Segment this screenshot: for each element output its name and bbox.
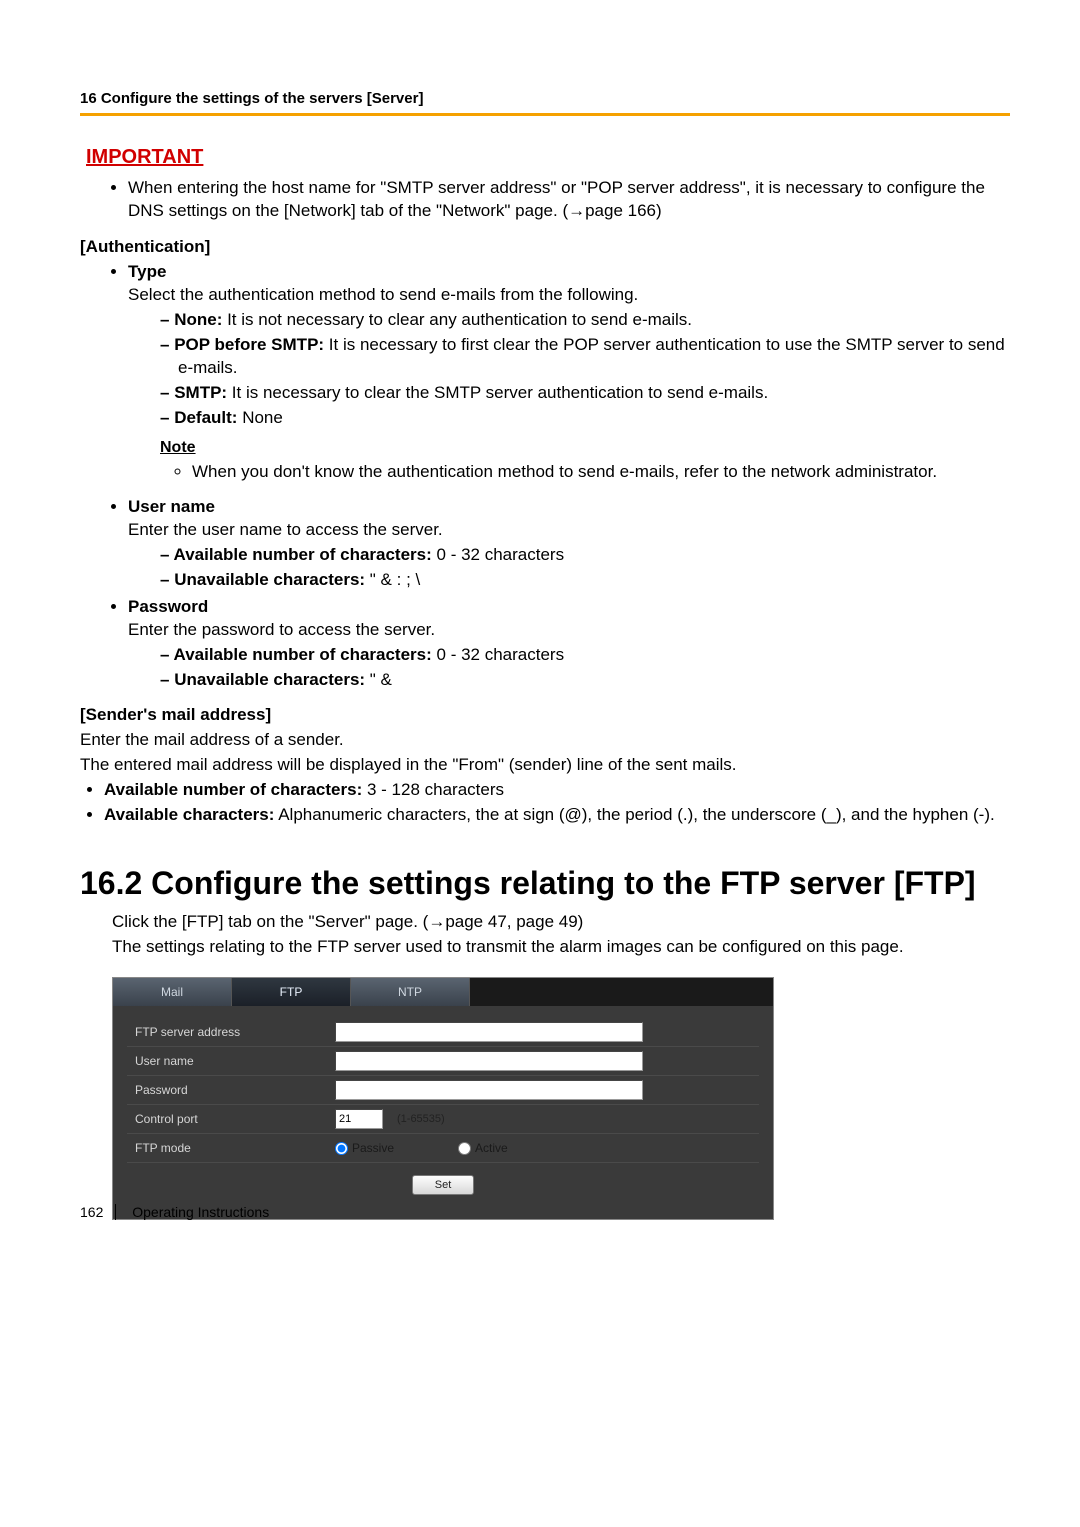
chars-text: Alphanumeric characters, the at sign (@)… (274, 805, 994, 824)
list-item: Unavailable characters: " & : ; \ (160, 569, 1010, 592)
radio-passive-label: Passive (352, 1141, 394, 1155)
input-user-name[interactable] (335, 1051, 643, 1071)
list-item: Type Select the authentication method to… (128, 261, 1010, 484)
tab-mail[interactable]: Mail (113, 978, 232, 1006)
list-item: None: It is not necessary to clear any a… (160, 309, 1010, 332)
list-item: POP before SMTP: It is necessary to firs… (160, 334, 1010, 380)
user-details: Available number of characters: 0 - 32 c… (128, 544, 1010, 592)
input-control-port[interactable] (335, 1109, 383, 1129)
section-title: 16.2 Configure the settings relating to … (80, 863, 1010, 903)
tab-filler (470, 978, 773, 1006)
set-row: Set (127, 1163, 759, 1201)
section-intro1: Click the [FTP] tab on the "Server" page… (80, 911, 1010, 934)
page-number: 162 (80, 1204, 116, 1220)
radio-passive[interactable] (335, 1142, 348, 1155)
note-item: When you don't know the authentication m… (192, 461, 1010, 484)
user-desc: Enter the user name to access the server… (128, 520, 443, 539)
section-intro2: The settings relating to the FTP server … (80, 936, 1010, 959)
row-user-name: User name (127, 1047, 759, 1076)
default-text: None (237, 408, 282, 427)
sender-list: Available number of characters: 3 - 128 … (80, 779, 1010, 827)
sender-line2: The entered mail address will be display… (80, 754, 1010, 777)
unavail-label: Unavailable characters: (174, 670, 365, 689)
label-server-address: FTP server address (127, 1021, 335, 1043)
type-options: None: It is not necessary to clear any a… (128, 309, 1010, 430)
radio-active-label: Active (475, 1141, 508, 1155)
pwd-desc: Enter the password to access the server. (128, 620, 435, 639)
list-item: Password Enter the password to access th… (128, 596, 1010, 692)
list-item: Default: None (160, 407, 1010, 430)
tab-ftp[interactable]: FTP (232, 978, 351, 1006)
type-desc: Select the authentication method to send… (128, 285, 638, 304)
pop-label: POP before SMTP: (174, 335, 324, 354)
row-password: Password (127, 1076, 759, 1105)
ftp-settings-screenshot: Mail FTP NTP FTP server address User nam… (112, 977, 774, 1220)
chars-label: Available characters: (104, 805, 274, 824)
avail-label: Available number of characters: (104, 780, 362, 799)
important-list: When entering the host name for "SMTP se… (80, 177, 1010, 223)
important-item: When entering the host name for "SMTP se… (128, 177, 1010, 223)
doc-title: Operating Instructions (132, 1204, 269, 1220)
avail-text: 3 - 128 characters (362, 780, 504, 799)
avail-text: 0 - 32 characters (432, 545, 564, 564)
list-item: Available number of characters: 0 - 32 c… (160, 644, 1010, 667)
smtp-label: SMTP: (174, 383, 227, 402)
footer: 162 Operating Instructions (80, 1204, 269, 1220)
radio-passive-wrap[interactable]: Passive (335, 1141, 394, 1155)
list-item: SMTP: It is necessary to clear the SMTP … (160, 382, 1010, 405)
default-label: Default: (174, 408, 237, 427)
tab-bar: Mail FTP NTP (113, 978, 773, 1006)
label-user-name: User name (127, 1050, 335, 1072)
avail-text: 0 - 32 characters (432, 645, 564, 664)
label-ftp-mode: FTP mode (127, 1137, 335, 1159)
type-label: Type (128, 262, 166, 281)
smtp-text: It is necessary to clear the SMTP server… (227, 383, 768, 402)
unavail-text: " & : ; \ (365, 570, 420, 589)
none-text: It is not necessary to clear any authent… (222, 310, 692, 329)
list-item: Available number of characters: 0 - 32 c… (160, 544, 1010, 567)
radio-active-wrap[interactable]: Active (458, 1141, 508, 1155)
list-item: Unavailable characters: " & (160, 669, 1010, 692)
divider (80, 113, 1010, 116)
none-label: None: (174, 310, 222, 329)
avail-label: Available number of characters: (174, 545, 432, 564)
input-server-address[interactable] (335, 1022, 643, 1042)
form-area: FTP server address User name Password Co… (113, 1006, 773, 1219)
row-control-port: Control port (1-65535) (127, 1105, 759, 1134)
pwd-label: Password (128, 597, 208, 616)
label-password: Password (127, 1079, 335, 1101)
unavail-text: " & (365, 670, 392, 689)
user-label: User name (128, 497, 215, 516)
list-item: User name Enter the user name to access … (128, 496, 1010, 592)
unavail-label: Unavailable characters: (174, 570, 365, 589)
row-ftp-mode: FTP mode Passive Active (127, 1134, 759, 1163)
radio-active[interactable] (458, 1142, 471, 1155)
note-heading: Note (160, 437, 1010, 459)
chapter-header: 16 Configure the settings of the servers… (80, 90, 1010, 107)
note-list: When you don't know the authentication m… (128, 461, 1010, 484)
important-heading: IMPORTANT (80, 146, 1010, 169)
auth-type-list: Type Select the authentication method to… (80, 261, 1010, 692)
list-item: Available characters: Alphanumeric chara… (104, 804, 1010, 827)
auth-heading: [Authentication] (80, 237, 1010, 257)
port-range-hint: (1-65535) (397, 1113, 445, 1125)
sender-heading: [Sender's mail address] (80, 705, 1010, 725)
pwd-details: Available number of characters: 0 - 32 c… (128, 644, 1010, 692)
sender-line1: Enter the mail address of a sender. (80, 729, 1010, 752)
avail-label: Available number of characters: (174, 645, 432, 664)
tab-ntp[interactable]: NTP (351, 978, 470, 1006)
row-server-address: FTP server address (127, 1018, 759, 1047)
set-button[interactable]: Set (412, 1175, 474, 1195)
label-control-port: Control port (127, 1108, 335, 1130)
input-password[interactable] (335, 1080, 643, 1100)
list-item: Available number of characters: 3 - 128 … (104, 779, 1010, 802)
